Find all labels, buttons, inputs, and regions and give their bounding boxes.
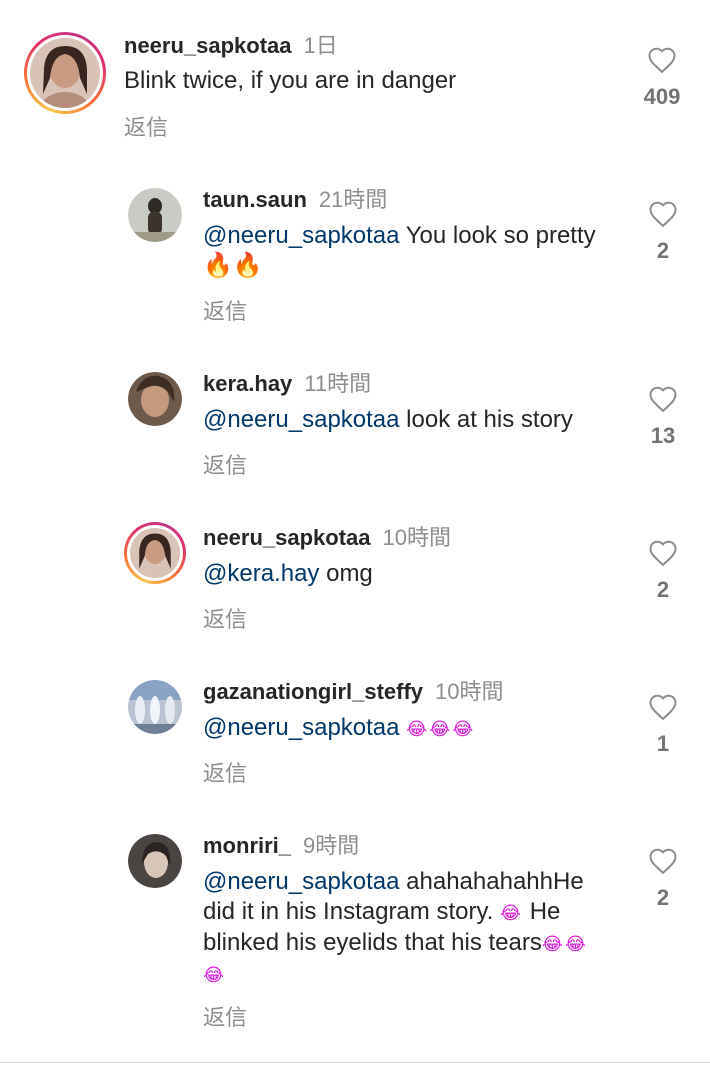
mention-link[interactable]: @kera.hay	[203, 560, 319, 587]
reply-button[interactable]: 返信	[203, 1000, 247, 1032]
avatar[interactable]	[128, 680, 182, 734]
username[interactable]: taun.saun	[203, 187, 307, 212]
mention-link[interactable]: @neeru_sapkotaa	[203, 868, 400, 895]
comment-header: gazanationgirl_steffy 10時間	[203, 674, 504, 706]
timestamp: 1日	[303, 33, 338, 58]
like-count: 409	[643, 84, 681, 109]
username[interactable]: neeru_sapkotaa	[124, 33, 292, 58]
like-control: 1	[633, 693, 693, 757]
timestamp: 9時間	[303, 833, 360, 858]
like-control: 2	[633, 539, 693, 603]
laugh-emoji: 😂	[500, 903, 524, 923]
comment-header: monriri_ 9時間	[203, 828, 359, 860]
avatar[interactable]	[128, 372, 182, 426]
comment-text: Blink twice, if you are in danger	[124, 66, 614, 96]
mention-link[interactable]: @neeru_sapkotaa	[203, 222, 400, 249]
timestamp: 10時間	[435, 679, 504, 704]
reply-button[interactable]: 返信	[203, 294, 247, 326]
heart-icon[interactable]	[647, 46, 677, 74]
profile-photo-icon	[128, 680, 182, 734]
mention-link[interactable]: @neeru_sapkotaa	[203, 406, 400, 433]
timestamp: 10時間	[382, 525, 452, 550]
comment-header: neeru_sapkotaa 1日	[124, 28, 338, 60]
reply-button[interactable]: 返信	[203, 602, 247, 634]
like-control: 409	[632, 46, 692, 110]
reply-button[interactable]: 返信	[124, 110, 168, 142]
comment-body: You look so pretty	[399, 222, 596, 249]
comment-body: omg	[319, 560, 373, 587]
heart-icon[interactable]	[648, 385, 678, 413]
like-control: 2	[633, 200, 693, 264]
comment-header: neeru_sapkotaa 10時間	[203, 520, 451, 552]
like-count: 2	[656, 238, 670, 263]
heart-icon[interactable]	[648, 693, 678, 721]
fire-emoji: 🔥🔥	[203, 252, 263, 279]
like-count: 2	[656, 577, 670, 602]
username[interactable]: monriri_	[203, 833, 291, 858]
divider	[0, 1062, 710, 1063]
comment-body: Blink twice, if you are in danger	[124, 67, 457, 94]
heart-icon[interactable]	[648, 200, 678, 228]
like-control: 13	[633, 385, 693, 449]
reply-button[interactable]: 返信	[203, 756, 247, 788]
reply-button[interactable]: 返信	[203, 448, 247, 480]
like-count: 1	[656, 731, 670, 756]
comment-body: look at his story	[399, 406, 573, 433]
heart-icon[interactable]	[648, 539, 678, 567]
like-control: 2	[633, 847, 693, 911]
username[interactable]: neeru_sapkotaa	[203, 525, 371, 550]
comment-header: kera.hay 11時間	[203, 366, 371, 398]
like-count: 2	[656, 885, 670, 910]
profile-photo-icon	[130, 528, 180, 578]
comment-header: taun.saun 21時間	[203, 182, 387, 214]
avatar[interactable]	[128, 188, 182, 242]
avatar[interactable]	[128, 834, 182, 888]
timestamp: 11時間	[304, 371, 372, 396]
profile-photo-icon	[30, 38, 100, 108]
heart-icon[interactable]	[648, 847, 678, 875]
comment-text: @neeru_sapkotaa ahahahahahhHe did it in …	[203, 867, 608, 990]
comment-text: @neeru_sapkotaa 😂😂😂	[203, 713, 623, 744]
laugh-emoji: 😂😂😂	[406, 719, 476, 739]
comment-text: @neeru_sapkotaa You look so pretty 🔥🔥	[203, 221, 603, 281]
avatar[interactable]	[124, 522, 186, 584]
avatar[interactable]	[24, 32, 106, 114]
mention-link[interactable]: @neeru_sapkotaa	[203, 714, 400, 741]
timestamp: 21時間	[318, 187, 388, 212]
profile-photo-icon	[128, 188, 182, 242]
username[interactable]: kera.hay	[203, 371, 292, 396]
username[interactable]: gazanationgirl_steffy	[203, 679, 423, 704]
profile-photo-icon	[128, 372, 182, 426]
comment-text: @neeru_sapkotaa look at his story	[203, 405, 623, 435]
like-count: 13	[650, 423, 676, 448]
profile-photo-icon	[128, 834, 182, 888]
comment-text: @kera.hay omg	[203, 559, 623, 589]
